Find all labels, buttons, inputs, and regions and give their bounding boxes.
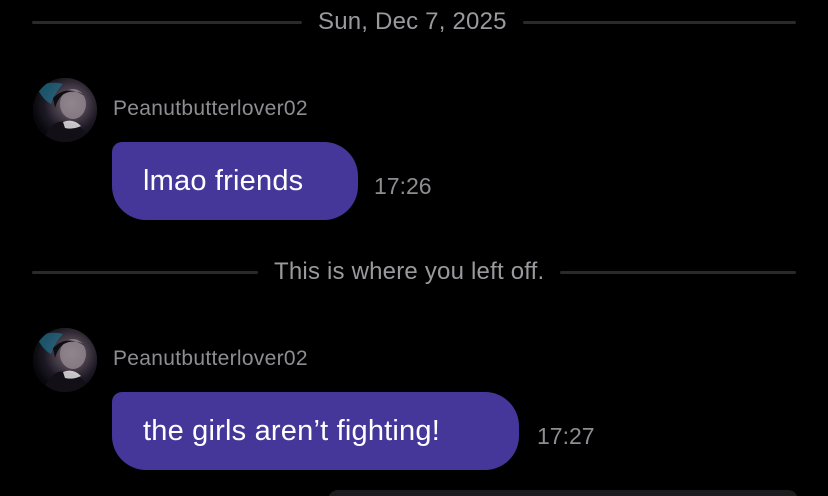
divider-line — [32, 20, 302, 24]
divider-line — [32, 270, 258, 274]
message-timestamp: 17:26 — [374, 173, 432, 199]
left-off-label: This is where you left off. — [274, 258, 545, 285]
date-label: Sun, Dec 7, 2025 — [318, 8, 507, 35]
message-bubble[interactable]: lmao friends — [112, 142, 358, 220]
message-text: lmao friends — [143, 164, 304, 197]
message-text: the girls aren’t fighting! — [143, 414, 440, 447]
message-username[interactable]: Peanutbutterlover02 — [113, 347, 308, 371]
divider-line — [560, 270, 796, 274]
user-avatar[interactable] — [33, 78, 97, 142]
chat-screen: Sun, Dec 7, 2025 Peanutbutterlover02 lma… — [0, 0, 828, 496]
message-username[interactable]: Peanutbutterlover02 — [113, 97, 308, 121]
user-avatar[interactable] — [33, 328, 97, 392]
user-avatar-photo-icon — [33, 328, 97, 392]
message-timestamp: 17:27 — [537, 423, 595, 449]
divider-line — [522, 20, 796, 24]
user-avatar-photo-icon — [33, 78, 97, 142]
message-bubble[interactable]: the girls aren’t fighting! — [112, 392, 519, 470]
next-message-peek — [328, 490, 798, 496]
date-divider: Sun, Dec 7, 2025 — [32, 8, 796, 36]
left-off-divider: This is where you left off. — [32, 258, 796, 286]
